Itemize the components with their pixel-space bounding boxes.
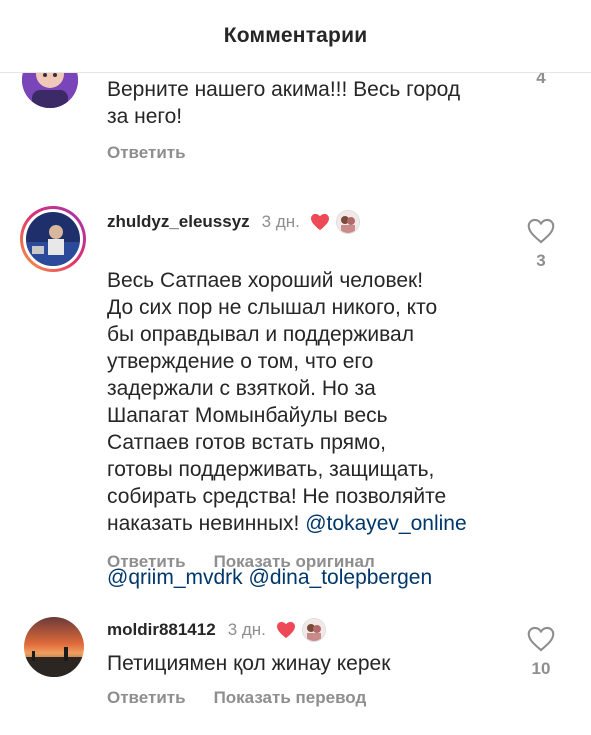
comment-actions: Ответить Показать оригинал	[107, 552, 375, 572]
heart-outline-icon	[527, 626, 555, 652]
like-count: 10	[531, 659, 551, 678]
username[interactable]: zhuldyz_eleussyz	[107, 212, 250, 232]
heart-outline-icon	[527, 218, 555, 244]
comment-item: zhuldyz_eleussyz 3 дн. Весь Сатпаев хоро…	[0, 200, 591, 590]
comments-header: Комментарии	[0, 0, 591, 73]
timestamp: 3 дн.	[227, 620, 266, 639]
comment-actions: Ответить Показать перевод	[107, 688, 366, 708]
mention-link[interactable]: @tokayev_online	[305, 512, 466, 535]
like-button[interactable]: 3	[521, 218, 561, 271]
comment-meta: moldir881412 3 дн.	[107, 618, 326, 642]
author-liked-heart-icon	[310, 213, 329, 231]
like-button[interactable]: 10	[521, 626, 561, 679]
author-avatar-icon	[301, 618, 326, 642]
avatar-with-story-ring[interactable]	[20, 206, 86, 272]
comment-meta: zhuldyz_eleussyz 3 дн.	[107, 210, 360, 234]
timestamp: 3 дн.	[261, 212, 300, 231]
comment-text: Весь Сатпаев хороший человек! До сих пор…	[107, 269, 447, 535]
see-translation-button[interactable]: Показать перевод	[214, 688, 367, 708]
comment-text: Верните нашего акима!!! Весь город за не…	[107, 78, 461, 128]
reply-button[interactable]: Ответить	[107, 143, 186, 163]
comment-item: moldir881412 3 дн. Петициямен қол жинау …	[0, 610, 591, 735]
comment-text-block: Весь Сатпаев хороший человек! До сих пор…	[107, 240, 467, 591]
avatar[interactable]	[24, 617, 84, 677]
show-original-button[interactable]: Показать оригинал	[214, 552, 375, 572]
reply-button[interactable]: Ответить	[107, 688, 186, 708]
author-avatar-icon	[335, 210, 360, 234]
reply-button[interactable]: Ответить	[107, 552, 186, 572]
comment-actions: Ответить	[107, 143, 186, 163]
page-title: Комментарии	[223, 24, 368, 47]
username[interactable]: moldir881412	[107, 620, 216, 640]
like-count: 3	[536, 251, 546, 270]
comment-text: Петициямен қол жинау керек	[107, 652, 391, 675]
author-liked-heart-icon	[276, 621, 295, 639]
